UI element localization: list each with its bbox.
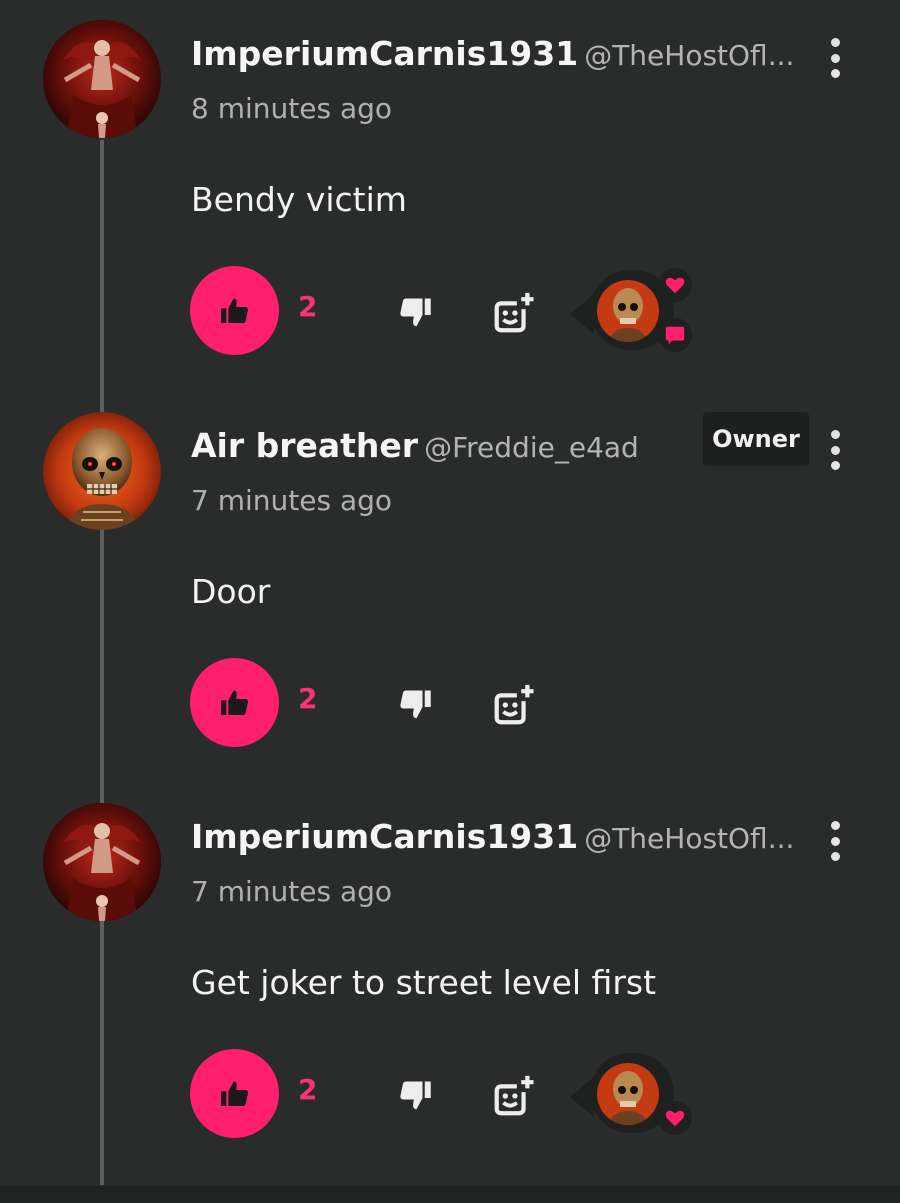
comment-author[interactable]: Air breather @Freddie_e4ad [191, 426, 639, 465]
like-count: 2 [298, 290, 318, 323]
skull-avatar-image [597, 280, 659, 342]
user-avatar-image [43, 412, 161, 530]
like-count: 2 [298, 1073, 318, 1106]
username[interactable]: ImperiumCarnis1931 [191, 817, 578, 856]
add-reaction-icon[interactable] [490, 682, 536, 728]
add-reaction-icon[interactable] [490, 290, 536, 336]
heart-badge [658, 268, 692, 302]
comment-author[interactable]: ImperiumCarnis1931 @TheHostOfl... [191, 817, 794, 856]
thumbs-up-icon [219, 295, 251, 327]
chat-bubble-icon [664, 324, 686, 346]
thumbs-down-icon[interactable] [397, 294, 433, 330]
thumbs-down-icon[interactable] [397, 686, 433, 722]
comment-timestamp: 7 minutes ago [191, 484, 393, 517]
thumbs-up-icon [219, 1078, 251, 1110]
comment-author[interactable]: ImperiumCarnis1931 @TheHostOfl... [191, 34, 794, 73]
comment-text: Bendy victim [191, 180, 407, 219]
avatar[interactable] [43, 20, 161, 138]
like-button[interactable] [190, 1049, 279, 1138]
reply-avatar [597, 280, 659, 342]
heart-badge [658, 1101, 692, 1135]
like-count: 2 [298, 682, 318, 715]
more-vert-icon[interactable] [820, 38, 850, 78]
comment-timestamp: 7 minutes ago [191, 875, 393, 908]
like-button[interactable] [190, 266, 279, 355]
user-handle[interactable]: @TheHostOfl... [584, 822, 794, 855]
user-avatar-image [43, 803, 161, 921]
comment-text: Door [191, 572, 271, 611]
thumbs-up-icon [219, 687, 251, 719]
chat-badge [658, 318, 692, 352]
username[interactable]: Air breather [191, 426, 418, 465]
heart-icon [664, 274, 686, 296]
thumbs-down-icon[interactable] [397, 1077, 433, 1113]
comment: Air breather @Freddie_e4ad Owner 7 minute… [0, 392, 900, 772]
comment-text: Get joker to street level first [191, 963, 657, 1002]
bottom-bar [0, 1186, 900, 1203]
skull-avatar-image [597, 1063, 659, 1125]
add-reaction-icon[interactable] [490, 1073, 536, 1119]
heart-icon [664, 1107, 686, 1129]
like-button[interactable] [190, 658, 279, 747]
reply-preview[interactable] [570, 268, 695, 358]
reply-preview[interactable] [570, 1053, 695, 1141]
user-handle[interactable]: @Freddie_e4ad [424, 431, 639, 464]
more-vert-icon[interactable] [820, 821, 850, 861]
comment: ImperiumCarnis1931 @TheHostOfl... 7 minut… [0, 783, 900, 1163]
more-vert-icon[interactable] [820, 430, 850, 470]
username[interactable]: ImperiumCarnis1931 [191, 34, 578, 73]
avatar[interactable] [43, 803, 161, 921]
avatar[interactable] [43, 412, 161, 530]
comment: ImperiumCarnis1931 @TheHostOfl... 8 minut… [0, 0, 900, 380]
owner-badge: Owner [703, 412, 809, 466]
reply-avatar [597, 1063, 659, 1125]
user-handle[interactable]: @TheHostOfl... [584, 39, 794, 72]
user-avatar-image [43, 20, 161, 138]
comment-timestamp: 8 minutes ago [191, 92, 393, 125]
